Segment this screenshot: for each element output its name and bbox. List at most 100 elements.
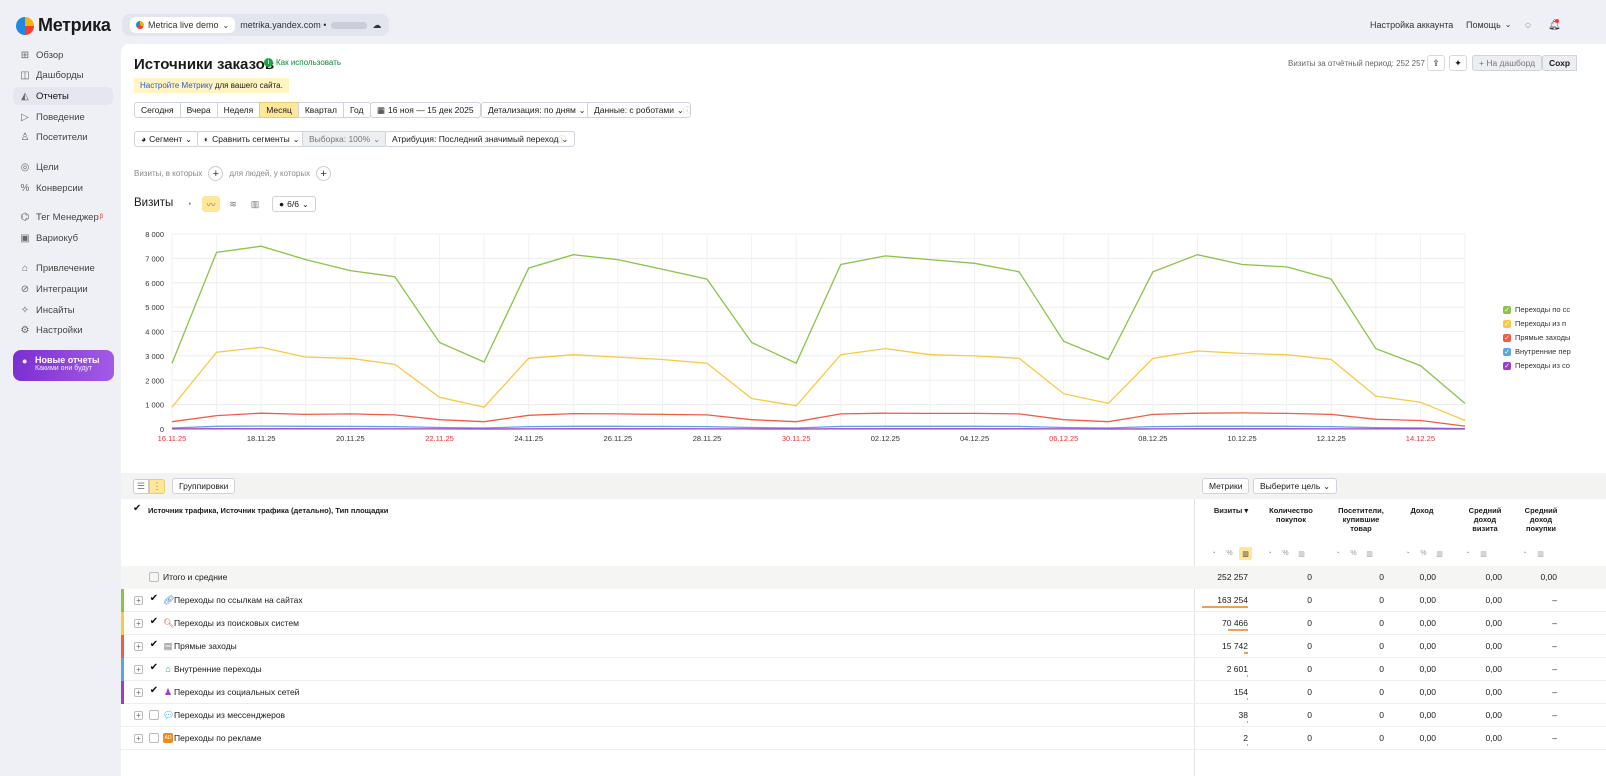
tree-view-icon[interactable]: ⋮ [149,479,165,494]
period-week[interactable]: Неделя [216,102,261,118]
table-row[interactable]: + ✔ 🔍︎ Переходы из поисковых систем 70 466 0 0… [121,612,1606,635]
table-row[interactable]: + ✔ 🔗︎ Переходы по ссылкам на сайтах 163 254… [121,589,1606,612]
pie-icon[interactable]: ◔ [1401,547,1414,560]
metric-header[interactable]: Посетители, купившие товар [1330,506,1392,533]
sidebar-item-conversions[interactable]: % Конверсии [20,179,83,197]
expand-icon[interactable]: + [134,734,143,743]
metric-header[interactable]: Визиты ▾ [1206,506,1256,515]
expand-icon[interactable]: + [134,642,143,651]
sidebar-item-variocube[interactable]: ▣ Вариокуб [20,229,78,247]
add-visit-condition-button[interactable]: + [208,166,224,181]
legend-checkbox[interactable]: ✓ [1503,347,1511,356]
row-checkbox[interactable] [149,733,159,743]
pie-icon[interactable]: ◔ [1263,547,1276,560]
expand-icon[interactable]: + [134,711,143,720]
bar-icon[interactable]: ▥ [1295,547,1308,560]
counter-selector[interactable]: Metrica live demo ⌄ metrika.yandex.com •… [122,14,390,36]
robots-dropdown[interactable]: Данные: с роботами ⌄ [587,102,691,118]
row-checkbox[interactable] [149,710,159,720]
expand-icon[interactable]: + [134,688,143,697]
legend-item[interactable]: ✓ Внутренние пер [1503,347,1571,356]
pie-icon[interactable]: ◔ [1518,547,1531,560]
row-checkbox[interactable]: ✔ [149,663,159,674]
metric-header[interactable]: Средний доход визита [1460,506,1510,533]
compare-segments-dropdown[interactable]: ◐ Сравнить сегменты ⌄ [197,131,307,147]
pie-icon[interactable]: ◔ [1331,547,1344,560]
new-reports-promo[interactable]: ● Новые отчеты Какими они будут [13,350,114,381]
legend-checkbox[interactable]: ✓ [1503,361,1511,370]
pie-icon[interactable]: ◔ [1461,547,1474,560]
percent-icon[interactable]: % [1279,547,1292,560]
select-all-checkbox[interactable]: ✔ [133,503,141,514]
how-to-use-link[interactable]: i Как использовать [264,58,341,67]
groupings-button[interactable]: Группировки [172,478,236,494]
percent-icon[interactable]: % [1223,547,1236,560]
legend-checkbox[interactable]: ✓ [1503,305,1511,314]
line-chart-icon[interactable]: 〰 [202,196,220,212]
period-yesterday[interactable]: Вчера [179,102,218,118]
bar-icon[interactable]: ▥ [1363,547,1376,560]
row-checkbox[interactable]: ✔ [149,594,159,605]
help-icon[interactable]: ⓘ [558,134,566,145]
segment-dropdown[interactable]: ◕ Сегмент ⌄ [134,131,199,147]
legend-checkbox[interactable]: ✓ [1503,319,1511,328]
metric-header[interactable]: Количество покупок [1262,506,1320,524]
series-count-dropdown[interactable]: ● 6/6 ⌄ [272,196,316,212]
metric-header[interactable]: Средний доход покупки [1517,506,1565,533]
bar-icon[interactable]: ▥ [1477,547,1490,560]
date-range-picker[interactable]: ▦ 16 ноя — 15 дек 2025 [370,102,481,118]
attribution-dropdown[interactable]: Атрибуция: Последний значимый переход ⌄ [385,131,576,147]
percent-icon[interactable]: % [1417,547,1430,560]
row-checkbox[interactable]: ✔ [149,617,159,628]
save-button[interactable]: Сохр [1542,55,1578,71]
bar-icon[interactable]: ▥ [1433,547,1446,560]
sidebar-item-tag-manager[interactable]: ⌬ Тег Менеджер β [20,208,104,226]
sidebar-item-settings[interactable]: ⚙ Настройки [20,321,83,339]
row-checkbox[interactable]: ✔ [149,686,159,697]
expand-icon[interactable]: + [134,665,143,674]
legend-item[interactable]: ✓ Переходы по сс [1503,305,1570,314]
help-icon[interactable]: ⓘ [683,105,691,116]
sidebar-item-reports[interactable]: ◭ Отчеты [13,87,113,105]
legend-item[interactable]: ✓ Переходы из со [1503,361,1570,370]
setup-link[interactable]: Настройте Метрику [140,81,213,90]
period-quarter[interactable]: Квартал [297,102,344,118]
counter-dropdown[interactable]: Metrica live demo ⌄ [130,17,236,33]
table-row[interactable]: + ✔ ♟ Переходы из социальных сетей 154 0 0 0,00… [121,681,1606,704]
account-settings-link[interactable]: Настройка аккаунта [1370,20,1453,30]
row-checkbox[interactable]: ✔ [149,640,159,651]
expand-icon[interactable]: + [134,596,143,605]
chat-icon[interactable]: ◌ [1525,20,1531,31]
goal-dropdown[interactable]: Выберите цель ⌄ [1253,478,1337,494]
pie-chart-icon[interactable]: ◔ [180,196,198,212]
add-to-dashboard-button[interactable]: + На дашборд [1472,55,1543,71]
legend-checkbox[interactable]: ✓ [1503,333,1511,342]
table-row[interactable]: + ✔ ▤ Прямые заходы 15 742 0 0 0,00 0,00 – [121,635,1606,658]
stacked-chart-icon[interactable]: ≋ [224,196,242,212]
detail-dropdown[interactable]: Детализация: по дням ⌄ [481,102,593,118]
sidebar-item-integrations[interactable]: ⊘ Интеграции [20,280,88,298]
bar-icon[interactable]: ▥ [1534,547,1547,560]
sidebar-item-behavior[interactable]: ▷ Поведение [20,108,85,126]
bar-chart-icon[interactable]: ▥ [246,196,264,212]
sidebar-item-overview[interactable]: ⊞ Обзор [20,46,64,64]
table-row[interactable]: + AD Переходы по рекламе 2 0 0 0,00 0,00 – [121,727,1606,750]
sidebar-item-dashboards[interactable]: ◫ Дашборды [20,66,83,84]
table-row[interactable]: + ✔ ⌂ Внутренние переходы 2 601 0 0 0,00 0,00 – [121,658,1606,681]
metrics-button[interactable]: Метрики [1202,478,1250,494]
sidebar-item-visitors[interactable]: ♙ Посетители [20,128,88,146]
table-row[interactable]: + 💬︎ Переходы из мессенджеров 38 0 0 0,00 0,00 – [121,704,1606,727]
legend-item[interactable]: ✓ Прямые заходы [1503,333,1570,342]
totals-checkbox[interactable] [149,572,159,582]
sidebar-item-insights[interactable]: ✧ Инсайты [20,301,75,319]
expand-icon[interactable]: + [134,619,143,628]
list-view-icon[interactable]: ☰ [133,479,149,494]
ai-assistant-icon[interactable]: ✦ [1449,55,1467,71]
bar-icon[interactable]: ▥ [1239,547,1252,560]
sidebar-item-goals[interactable]: ◎ Цели [20,158,59,176]
metric-header[interactable]: Доход [1400,506,1444,515]
export-icon[interactable]: ⇪ [1427,55,1445,71]
legend-item[interactable]: ✓ Переходы из п [1503,319,1566,328]
period-year[interactable]: Год [342,102,371,118]
period-month[interactable]: Месяц [259,102,299,118]
